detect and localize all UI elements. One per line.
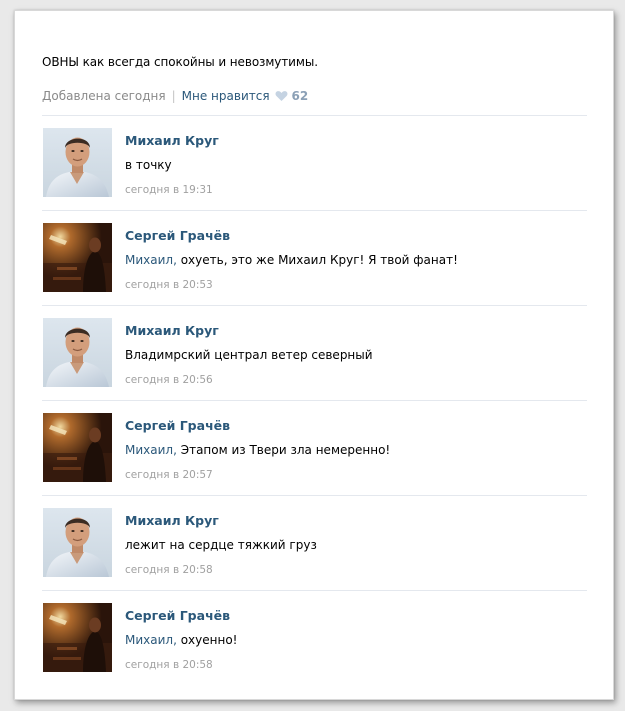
comment-text: лежит на сердце тяжкий груз: [125, 538, 317, 552]
avatar[interactable]: [43, 128, 112, 197]
comment-timestamp[interactable]: сегодня в 20:58: [125, 564, 213, 576]
comment-item: Михаил Круг в точку сегодня в 19:31: [42, 115, 587, 210]
reply-to-link[interactable]: Михаил,: [125, 443, 177, 457]
comment-timestamp[interactable]: сегодня в 20:57: [125, 469, 213, 481]
comment-author[interactable]: Сергей Грачёв: [125, 608, 230, 623]
like-count: 62: [291, 89, 309, 103]
heart-icon[interactable]: [275, 90, 288, 102]
post-card: ОВНЫ как всегда спокойны и невозмутимы. …: [14, 10, 614, 700]
comment-timestamp[interactable]: сегодня в 20:58: [125, 659, 213, 671]
avatar[interactable]: [43, 413, 112, 482]
comment-author[interactable]: Михаил Круг: [125, 323, 219, 338]
comment-text: Михаил, Этапом из Твери зла немеренно!: [125, 443, 390, 457]
avatar[interactable]: [43, 603, 112, 672]
comment-body: Этапом из Твери зла немеренно!: [176, 443, 391, 457]
reply-to-link[interactable]: Михаил,: [125, 633, 177, 647]
avatar[interactable]: [43, 223, 112, 292]
comment-author[interactable]: Сергей Грачёв: [125, 418, 230, 433]
meta-separator: |: [171, 89, 176, 103]
comment-text: Михаил, охуенно!: [125, 633, 237, 647]
comment-item: Сергей Грачёв Михаил, Этапом из Твери зла…: [42, 400, 587, 495]
comments-list: Михаил Круг в точку сегодня в 19:31 Сергей…: [42, 115, 587, 685]
comment-item: Сергей Грачёв Михаил, охуенно! сегодня в 2…: [42, 590, 587, 685]
avatar[interactable]: [43, 318, 112, 387]
comment-body: лежит на сердце тяжкий груз: [125, 538, 317, 552]
post-text: ОВНЫ как всегда спокойны и невозмутимы.: [42, 55, 318, 69]
comment-author[interactable]: Михаил Круг: [125, 513, 219, 528]
comment-body: в точку: [125, 158, 172, 172]
avatar[interactable]: [43, 508, 112, 577]
comment-body: охуеть, это же Михаил Круг! Я твой фанат…: [176, 253, 458, 267]
comment-author[interactable]: Михаил Круг: [125, 133, 219, 148]
comment-body: Владимрский централ ветер северный: [125, 348, 373, 362]
post-date[interactable]: Добавлена сегодня: [42, 89, 166, 103]
reply-to-link[interactable]: Михаил,: [125, 253, 177, 267]
comment-timestamp[interactable]: сегодня в 20:56: [125, 374, 213, 386]
comment-text: Михаил, охуеть, это же Михаил Круг! Я тв…: [125, 253, 458, 267]
like-button[interactable]: Мне нравится: [182, 89, 270, 103]
comment-author[interactable]: Сергей Грачёв: [125, 228, 230, 243]
comment-text: в точку: [125, 158, 172, 172]
comment-timestamp[interactable]: сегодня в 19:31: [125, 184, 213, 196]
comment-body: охуенно!: [176, 633, 238, 647]
comment-item: Михаил Круг лежит на сердце тяжкий груз се…: [42, 495, 587, 590]
comment-item: Сергей Грачёв Михаил, охуеть, это же Миха…: [42, 210, 587, 305]
comment-item: Михаил Круг Владимрский централ ветер сев…: [42, 305, 587, 400]
comment-text: Владимрский централ ветер северный: [125, 348, 373, 362]
post-meta: Добавлена сегодня | Мне нравится 62: [42, 89, 308, 103]
comment-timestamp[interactable]: сегодня в 20:53: [125, 279, 213, 291]
